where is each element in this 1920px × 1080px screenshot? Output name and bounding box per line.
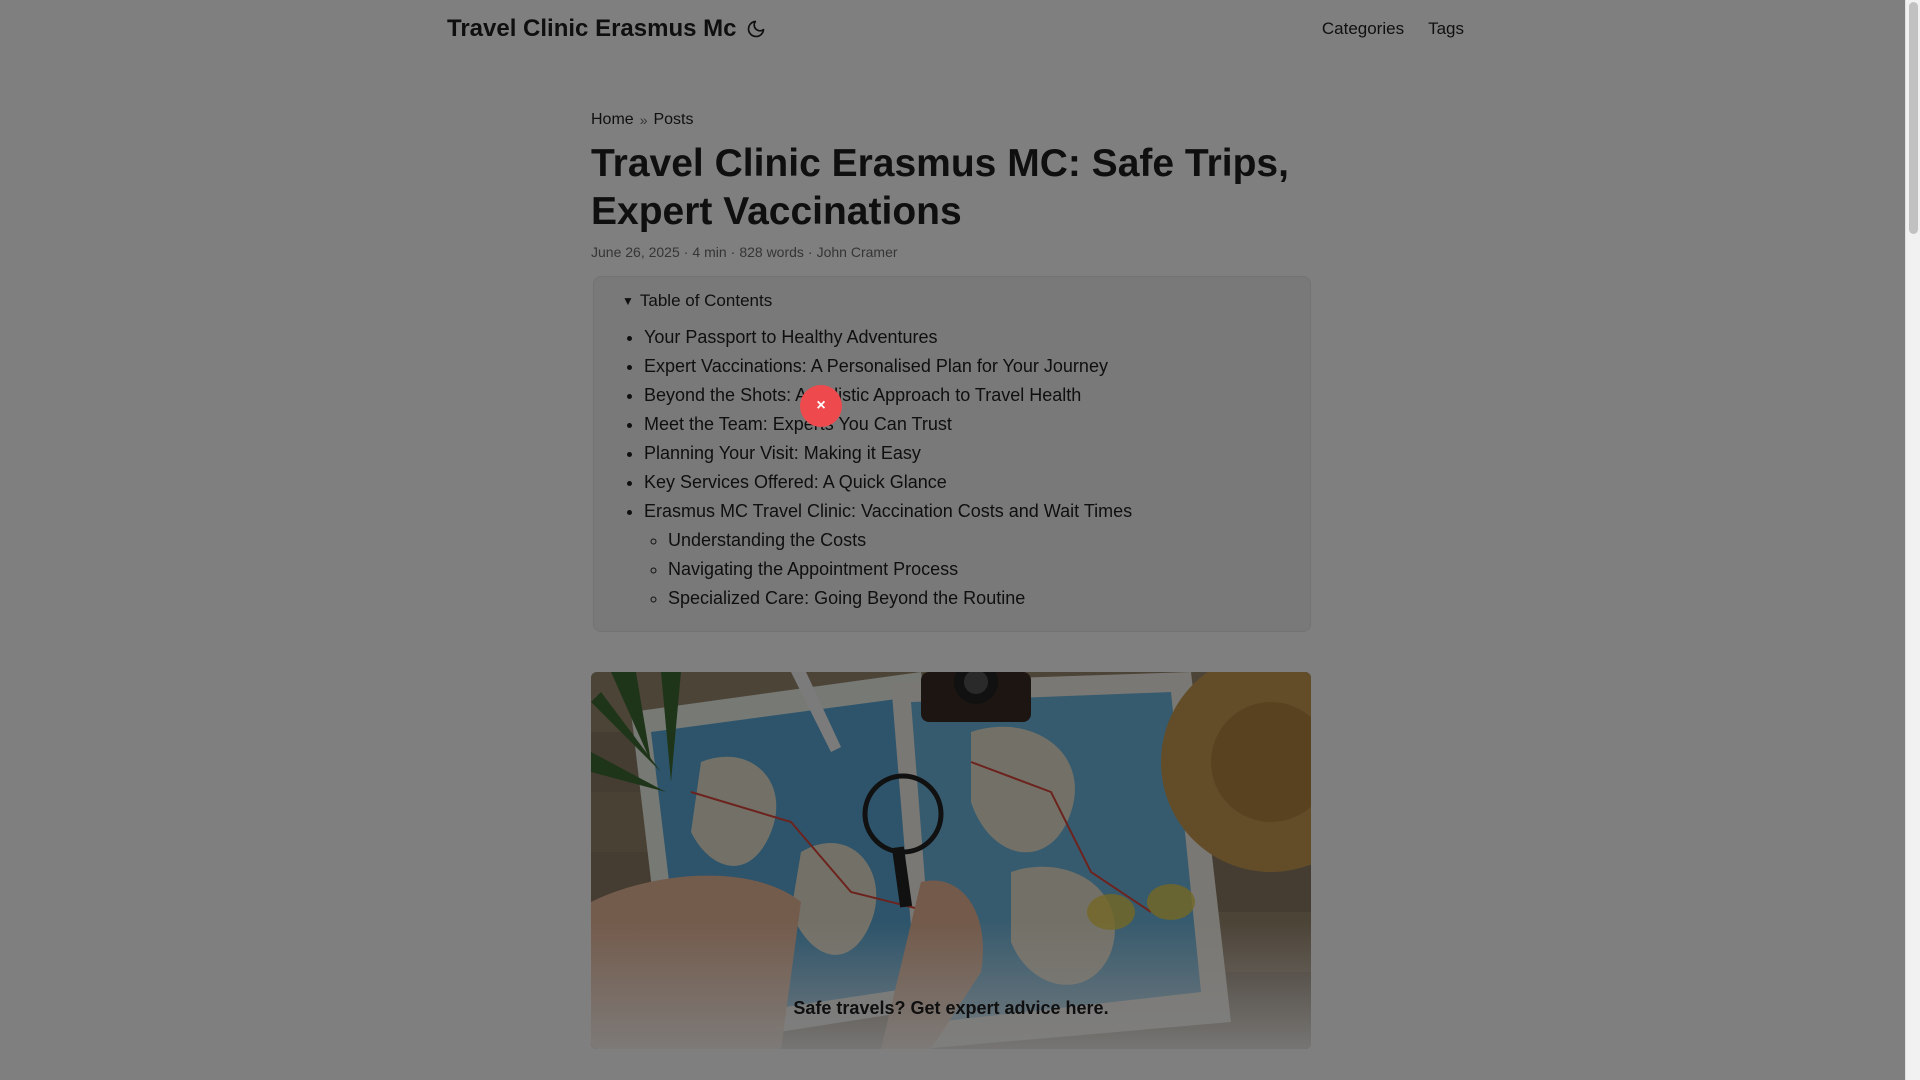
scrollbar-thumb[interactable] <box>1909 2 1918 234</box>
close-button[interactable]: × <box>800 385 842 427</box>
modal-overlay[interactable] <box>0 0 1905 1080</box>
scrollbar[interactable] <box>1905 0 1920 1080</box>
